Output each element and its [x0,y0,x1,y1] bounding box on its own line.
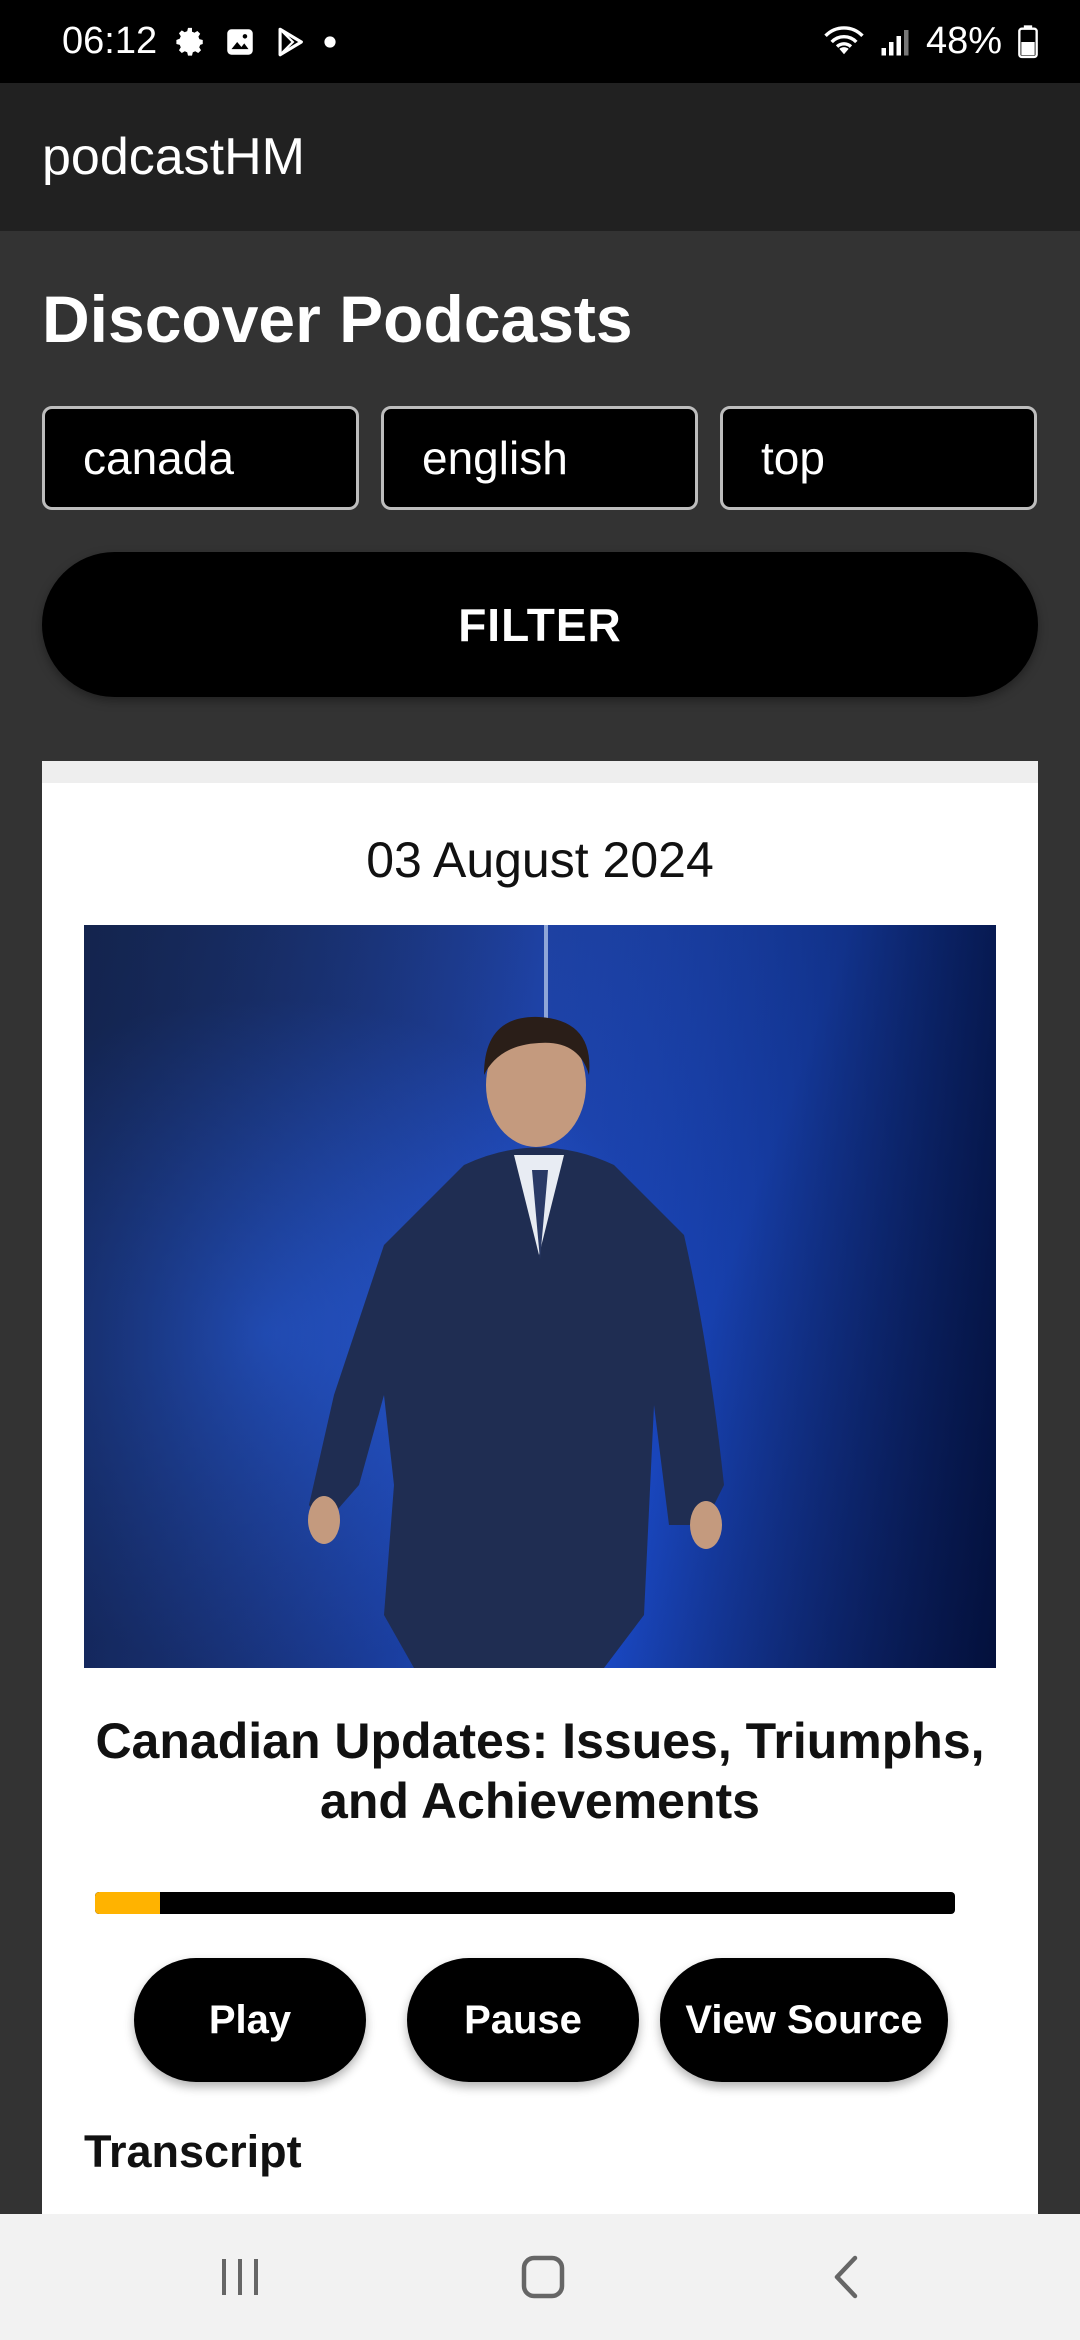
page-title: Discover Podcasts [42,282,633,356]
podcast-image-illustration [84,925,996,1668]
dot-icon [323,35,337,49]
main-content[interactable]: Discover Podcasts FILTER 03 August 2024 [0,231,1080,2214]
app-bar: podcastHM [0,83,1080,231]
system-nav-bar [0,2214,1080,2340]
language-input[interactable] [381,406,698,510]
status-bar: 06:12 48% [0,0,1080,83]
podcast-image [84,925,996,1668]
recent-apps-icon[interactable] [180,2234,300,2320]
play-store-icon [273,25,307,59]
home-icon[interactable] [483,2234,603,2320]
wifi-icon [824,25,864,59]
status-time: 06:12 [62,20,158,62]
transcript-heading: Transcript [84,2126,302,2177]
settings-icon [173,25,207,59]
battery-icon [1018,24,1038,59]
play-button[interactable]: Play [134,1958,366,2082]
status-right: 48% [824,20,1038,63]
view-source-button[interactable]: View Source [660,1958,948,2082]
playback-controls: Play Pause View Source [42,1958,1038,2082]
country-input[interactable] [42,406,359,510]
category-input[interactable] [720,406,1037,510]
podcast-date: 03 August 2024 [366,832,714,888]
filter-button[interactable]: FILTER [42,552,1038,697]
status-left: 06:12 [62,20,337,63]
battery-percent: 48% [925,20,1002,62]
back-icon[interactable] [786,2234,906,2320]
audio-progress-fill [95,1892,160,1914]
filter-row [42,406,1038,510]
app-title: podcastHM [42,128,305,186]
podcast-card: 03 August 2024 Canadian Updates: Issues,… [42,761,1038,2214]
signal-icon [880,27,910,57]
gallery-icon [223,25,257,59]
audio-progress-bar[interactable] [95,1892,955,1914]
pause-button[interactable]: Pause [407,1958,639,2082]
podcast-title: Canadian Updates: Issues, Triumphs, and … [95,1713,985,1829]
